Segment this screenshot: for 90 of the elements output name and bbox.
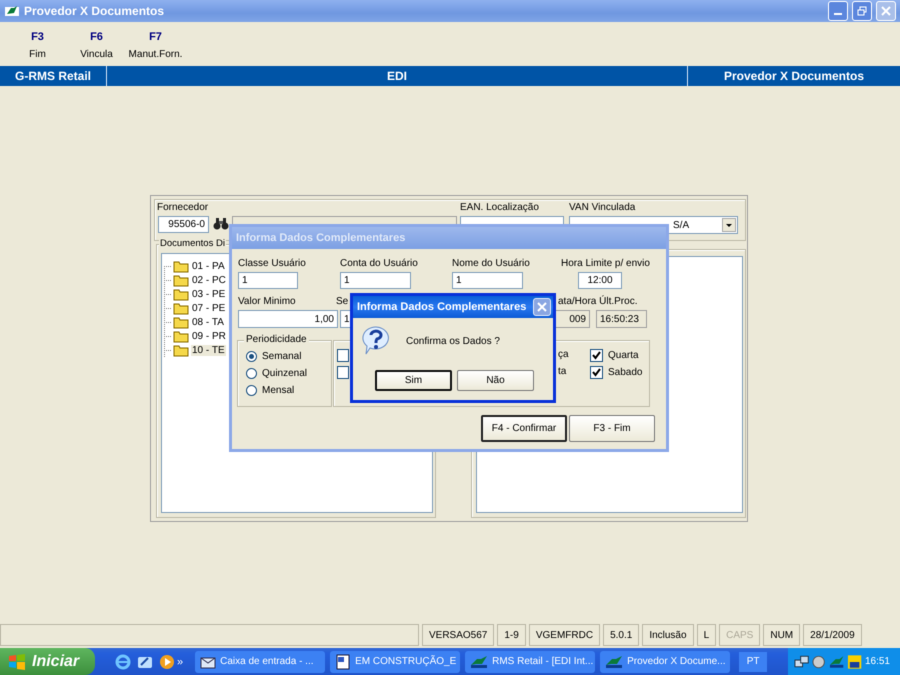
toolbar-button[interactable]: F6 Vincula <box>67 22 126 64</box>
status-indicator: 28/1/2009 <box>803 624 862 646</box>
group-legend: Documentos Di <box>159 238 226 249</box>
field-label: Se <box>336 296 348 307</box>
tree-item[interactable]: 01 - PA <box>191 260 226 272</box>
close-button[interactable] <box>533 298 551 316</box>
field-label: Nome do Usuário <box>452 258 530 269</box>
radio-option[interactable]: Mensal <box>246 385 294 396</box>
app-icon <box>470 654 488 668</box>
tree-item[interactable]: 03 - PE <box>191 288 226 300</box>
status-indicator: Inclusão <box>642 624 694 646</box>
supplier-code-field[interactable]: 95506-0 <box>158 216 209 233</box>
checkbox-label: ça <box>558 349 569 360</box>
window-title: Provedor X Documentos <box>24 4 166 18</box>
field-label: Hora Limite p/ envio <box>561 258 650 269</box>
input-field[interactable]: 12:00 <box>578 272 622 289</box>
status-indicator: VGEMFRDC <box>528 624 600 646</box>
checkbox[interactable]: Quarta <box>590 349 639 362</box>
status-indicator: VERSAO567 <box>422 624 494 646</box>
tray-app-icon[interactable] <box>846 654 862 670</box>
language-indicator[interactable]: PT <box>739 652 768 672</box>
checkbox[interactable]: Sabado <box>590 366 642 379</box>
tree-item[interactable]: 08 - TA <box>191 316 225 328</box>
folder-icon <box>173 344 189 356</box>
dialog-button[interactable]: Não <box>457 370 534 391</box>
folder-icon <box>173 302 189 314</box>
group-legend: Periodicidade <box>244 334 309 345</box>
folder-icon <box>173 260 189 272</box>
tree-item[interactable]: 09 - PR <box>191 330 227 342</box>
status-indicator: 1-9 <box>497 624 526 646</box>
field-label: Fornecedor <box>157 202 208 213</box>
time-field: 16:50:23 <box>596 310 647 328</box>
checkbox-label: ta <box>558 366 566 377</box>
taskbar-button[interactable]: RMS Retail - [EDI Int... <box>465 650 596 672</box>
dialog-button[interactable]: F3 - Fim <box>569 415 655 442</box>
radio-option[interactable]: Quinzenal <box>246 368 308 379</box>
close-icon <box>881 6 891 16</box>
app-icon[interactable] <box>828 654 844 668</box>
checkbox[interactable] <box>337 349 349 362</box>
toolbar-button[interactable]: F7 Manut.Forn. <box>126 22 185 64</box>
document-icon <box>335 654 352 670</box>
network-icon[interactable] <box>794 654 810 670</box>
dialog-title: Informa Dados Complementares <box>236 232 406 244</box>
input-field[interactable]: 1 <box>238 272 298 289</box>
status-indicator: NUM <box>763 624 800 646</box>
app-icon <box>605 654 624 668</box>
checkbox[interactable] <box>337 366 349 379</box>
taskbar-button[interactable]: Caixa de entrada - ... <box>195 650 326 672</box>
tree-item[interactable]: 02 - PC <box>191 274 227 286</box>
field-label: ata/Hora Últ.Proc. <box>558 296 638 307</box>
radio-option[interactable]: Semanal <box>246 351 302 362</box>
minimize-button[interactable] <box>828 1 848 21</box>
toolbar-button[interactable]: F3 Fim <box>8 22 67 64</box>
browser-icon[interactable] <box>115 654 131 670</box>
status-indicator: L <box>696 624 716 646</box>
dialog-button[interactable]: F4 - Confirmar <box>481 415 567 442</box>
input-field[interactable]: 1 <box>452 272 523 289</box>
folder-icon <box>173 330 189 342</box>
taskbar-button[interactable]: EM CONSTRUÇÃO_E <box>330 650 460 672</box>
input-field[interactable]: 1 <box>340 272 411 289</box>
status-indicator: 5.0.1 <box>603 624 640 646</box>
header-label: G-RMS Retail <box>0 66 107 86</box>
question-icon <box>360 325 392 357</box>
more-button[interactable]: » <box>177 656 184 668</box>
tree-item[interactable]: 07 - PE <box>191 302 226 314</box>
field-label: Conta do Usuário <box>340 258 418 269</box>
clock: 16:51 <box>864 656 891 667</box>
tree-item[interactable]: 10 - TE <box>191 344 226 356</box>
binoculars-icon[interactable] <box>213 217 229 231</box>
taskbar-button[interactable]: Provedor X Docume... <box>600 650 730 672</box>
amount-field[interactable]: 1,00 <box>238 310 338 328</box>
status-indicator: CAPS <box>719 624 760 646</box>
field-label: VAN Vinculada <box>569 202 636 213</box>
folder-icon <box>173 288 189 300</box>
field-label: EAN. Localização <box>460 202 539 213</box>
folder-icon <box>173 274 189 286</box>
dialog-button[interactable]: Sim <box>375 370 452 391</box>
minimize-icon <box>834 13 842 15</box>
field-label: Classe Usuário <box>238 258 306 269</box>
header-label: EDI <box>107 66 688 86</box>
windows-flag-icon <box>8 654 26 670</box>
folder-icon <box>173 316 189 328</box>
restore-icon <box>857 6 867 16</box>
dialog-message: Confirma os Dados ? <box>406 336 500 347</box>
restore-button[interactable] <box>852 1 872 21</box>
header-label: Provedor X Documentos <box>722 68 866 85</box>
field-label: Valor Minimo <box>238 296 296 307</box>
dialog-title: Informa Dados Complementares <box>357 301 526 313</box>
app-icon <box>4 4 20 18</box>
media-player-icon[interactable] <box>159 654 175 670</box>
